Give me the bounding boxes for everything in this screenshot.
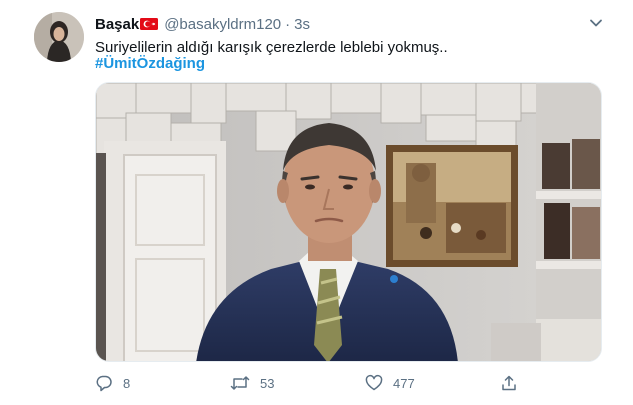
avatar[interactable] xyxy=(34,12,84,62)
chevron-down-icon[interactable] xyxy=(587,14,605,32)
hashtag-link[interactable]: #ÜmitÖzdağing xyxy=(95,54,205,74)
tweet-photo[interactable] xyxy=(95,82,602,362)
share-icon xyxy=(500,374,528,392)
reply-button[interactable]: 8 xyxy=(95,372,130,394)
retweet-icon xyxy=(230,374,260,392)
tweet-card[interactable]: Başak @basakyldrm120 · 3s Suriyelilerin … xyxy=(0,0,633,405)
reply-icon xyxy=(95,374,123,392)
author-name[interactable]: Başak xyxy=(95,16,139,33)
tweet-header: Başak @basakyldrm120 · 3s xyxy=(95,14,310,34)
heart-icon xyxy=(365,374,393,392)
retweet-count: 53 xyxy=(260,375,275,391)
separator-dot: · xyxy=(285,15,291,33)
share-button[interactable] xyxy=(500,372,528,394)
like-button[interactable]: 477 xyxy=(365,372,415,394)
tweet-actions: 8 53 477 xyxy=(95,372,535,394)
like-count: 477 xyxy=(393,375,415,391)
reply-count: 8 xyxy=(123,375,131,391)
turkey-flag-icon xyxy=(140,18,159,30)
retweet-button[interactable]: 53 xyxy=(230,372,274,394)
author-handle[interactable]: @basakyldrm120 xyxy=(164,16,281,33)
tweet-timestamp[interactable]: 3s xyxy=(294,16,310,33)
